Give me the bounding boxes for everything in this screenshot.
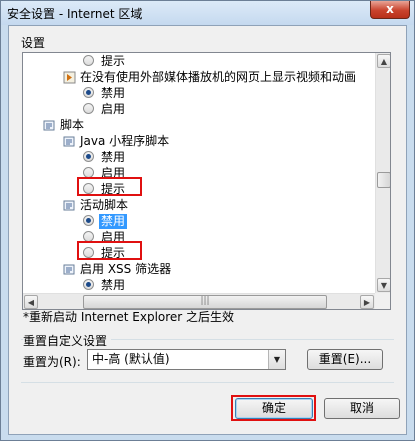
arrow-up-icon: ▲ (380, 57, 388, 66)
window-title: 安全设置 - Internet 区域 (7, 7, 143, 21)
cancel-button[interactable]: 取消 (324, 398, 400, 419)
radio-checked-icon[interactable] (83, 151, 94, 162)
annotation-box-java-disable (77, 177, 142, 196)
tree-item-label: 禁用 (101, 150, 126, 164)
tree-item-label: 启用 XSS 筛选器 (80, 262, 172, 276)
scroll-left-button[interactable]: ◀ (24, 295, 38, 309)
reset-button-label: 重置(E)... (318, 352, 372, 366)
settings-label: 设置 (21, 36, 46, 50)
settings-icon (63, 263, 76, 275)
media-policy-icon (63, 71, 76, 84)
tree-item-label: 脚本 (60, 118, 85, 132)
grip-icon: ||| (200, 296, 210, 306)
tree-item-label: 在没有使用外部媒体播放机的网页上显示视频和动画 (80, 70, 357, 84)
arrow-right-icon: ▶ (363, 298, 371, 307)
reset-to-label: 重置为(R): (23, 355, 81, 369)
radio-unchecked-icon[interactable] (83, 55, 94, 66)
tree-item-label: 提示 (101, 54, 126, 68)
radio-checked-icon[interactable] (83, 87, 94, 98)
scroll-up-button[interactable]: ▲ (377, 54, 390, 68)
title-bar[interactable]: 安全设置 - Internet 区域 x (1, 1, 414, 25)
radio-unchecked-icon[interactable] (83, 103, 94, 114)
tree-item-label: 活动脚本 (80, 198, 129, 212)
arrow-left-icon: ◀ (27, 298, 35, 307)
script-category-icon (43, 119, 56, 131)
cancel-button-label: 取消 (349, 401, 374, 415)
radio-checked-icon[interactable] (83, 279, 94, 290)
settings-icon (63, 199, 76, 211)
settings-tree[interactable]: 提示 在没有使用外部媒体播放机的网页上显示视频和动画 禁用 启用 脚本 Java 小程序脚… (22, 52, 391, 310)
tree-item-label: 启用 (101, 102, 126, 116)
restart-note: *重新启动 Internet Explorer 之后生效 (23, 310, 235, 324)
tree-item-label: Java 小程序脚本 (80, 134, 170, 148)
vertical-scrollbar[interactable]: ▲ ▼ (375, 53, 390, 293)
annotation-box-ok (231, 395, 316, 421)
reset-group-label: 重置自定义设置 (23, 332, 112, 349)
security-level-select[interactable]: 中-高 (默认值) ▼ (87, 349, 286, 370)
scroll-right-button[interactable]: ▶ (360, 295, 374, 309)
tree-item-label: 禁用 (99, 214, 128, 229)
chevron-down-icon[interactable]: ▼ (268, 350, 285, 369)
vertical-scroll-thumb[interactable] (377, 172, 390, 188)
scroll-down-button[interactable]: ▼ (377, 278, 390, 292)
security-level-value: 中-高 (默认值) (92, 352, 170, 366)
annotation-box-active-disable (77, 241, 142, 260)
horizontal-scroll-thumb[interactable]: ||| (83, 295, 327, 309)
scrollbar-corner (375, 293, 390, 309)
arrow-down-icon: ▼ (380, 281, 388, 290)
horizontal-scrollbar[interactable]: ◀ ||| ▶ (23, 293, 375, 309)
security-settings-dialog: 安全设置 - Internet 区域 x 设置 提示在没有使用外部媒体播放机的网… (0, 0, 415, 441)
reset-button[interactable]: 重置(E)... (307, 349, 383, 370)
tree-item-label: 禁用 (101, 86, 126, 100)
tree-item-label: 禁用 (101, 278, 126, 292)
footer-divider (21, 382, 394, 383)
settings-icon (63, 135, 76, 147)
radio-checked-icon[interactable] (83, 215, 94, 226)
close-icon: x (386, 2, 394, 16)
close-button[interactable]: x (370, 1, 410, 19)
dialog-body: 设置 提示 在没有使用外部媒体播放机的网页上显示视频和动画 禁用 启用 脚本 Java 小… (8, 25, 407, 435)
